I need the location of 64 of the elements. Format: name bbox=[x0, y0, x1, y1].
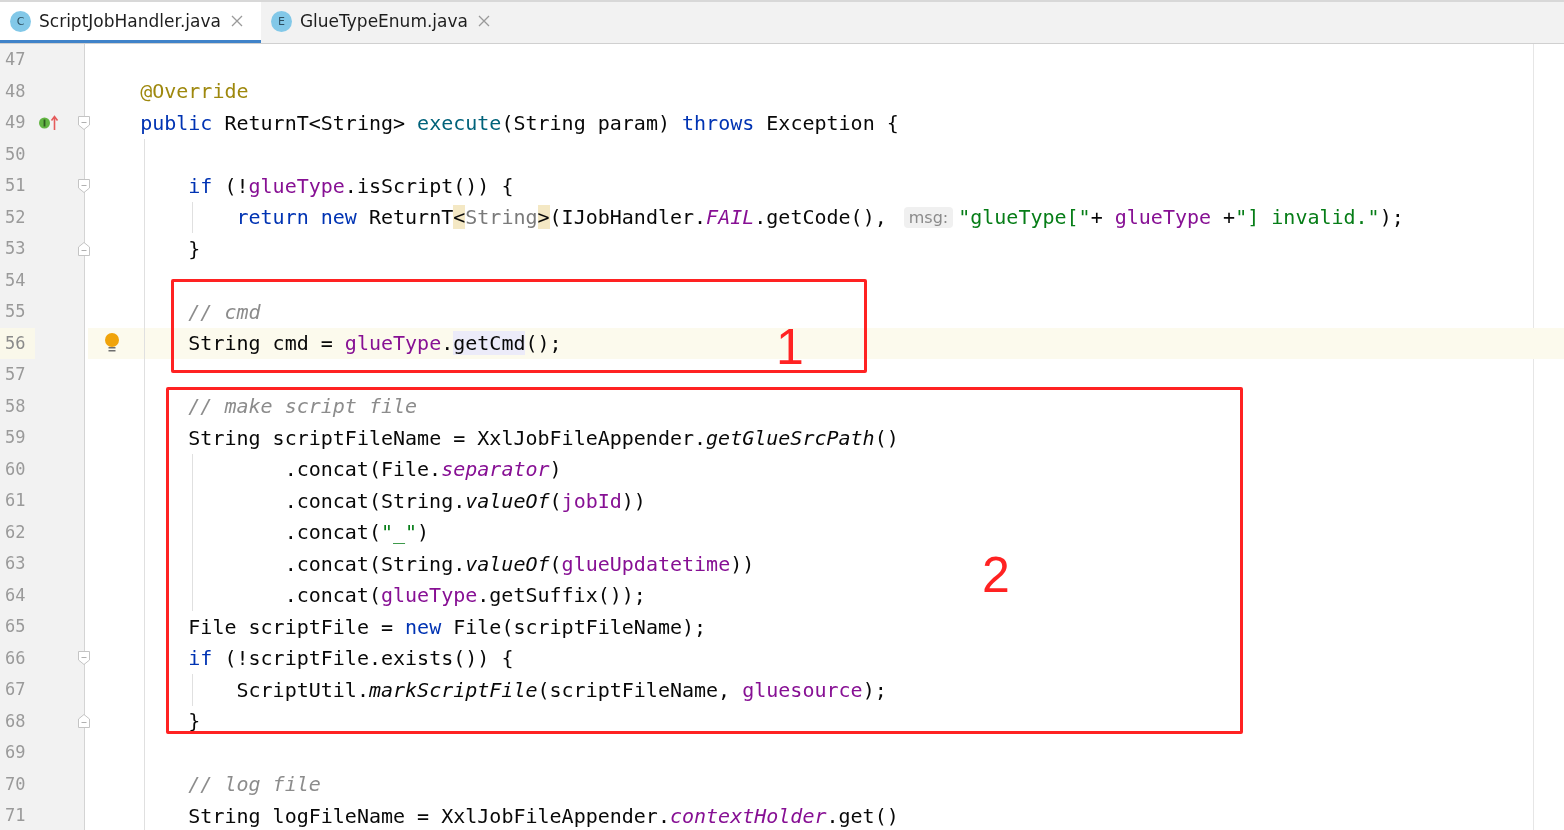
line-number: 48 bbox=[4, 79, 27, 103]
line-number: 51 bbox=[4, 174, 27, 197]
code-text: return new ReturnT<String>(IJobHandler.FAIL.getCode(), bbox=[236, 205, 887, 230]
line-number: 60 bbox=[4, 457, 27, 481]
code-text: } bbox=[188, 709, 201, 734]
close-icon[interactable] bbox=[478, 15, 490, 27]
tab-label: ScriptJobHandler.java bbox=[39, 11, 221, 31]
line-number: 50 bbox=[4, 142, 27, 166]
code-text: "glueType["+ glueType +"] invalid."); bbox=[958, 205, 1404, 230]
file-tab[interactable]: E GlueTypeEnum.java bbox=[260, 2, 508, 43]
tab-label: GlueTypeEnum.java bbox=[299, 11, 468, 31]
line-number: 56 bbox=[0, 327, 35, 359]
line-number: 59 bbox=[4, 426, 27, 449]
line-number: 68 bbox=[4, 709, 27, 733]
line-number: 53 bbox=[4, 237, 27, 260]
line-number: 70 bbox=[4, 772, 27, 796]
code-text: ScriptUtil.markScriptFile(scriptFileName, gluesource); bbox=[236, 677, 887, 702]
line-number: 47 bbox=[4, 48, 27, 71]
line-number: 69 bbox=[4, 741, 27, 764]
lightbulb-icon[interactable] bbox=[104, 332, 120, 355]
file-type-icon: C bbox=[10, 10, 31, 32]
code-text: // log file bbox=[188, 772, 321, 797]
line-number: 63 bbox=[4, 552, 27, 575]
file-type-icon: E bbox=[270, 10, 292, 32]
line-number: 67 bbox=[4, 678, 27, 701]
close-icon[interactable] bbox=[230, 15, 243, 27]
code-text: public ReturnT<String> execute(String param) throws Exception { bbox=[140, 110, 899, 135]
line-number: 61 bbox=[4, 489, 27, 512]
line-number: 49 bbox=[4, 111, 27, 134]
code-text: .concat("_") bbox=[284, 520, 430, 545]
line-number: 52 bbox=[4, 205, 27, 229]
fold-icon[interactable] bbox=[77, 650, 91, 667]
line-number: 62 bbox=[4, 520, 27, 544]
line-number: 55 bbox=[4, 300, 27, 323]
code-text: .concat(String.valueOf(glueUpdatetime)) bbox=[284, 551, 755, 576]
line-number: 66 bbox=[4, 646, 27, 670]
code-text: } bbox=[188, 236, 201, 261]
line-number: 71 bbox=[4, 804, 27, 827]
code-text: String logFileName = XxlJobFileAppender.contextHolder.get() bbox=[188, 803, 899, 828]
code-text: .concat(String.valueOf(jobId)) bbox=[284, 488, 646, 513]
annotation-number: 1 bbox=[776, 322, 804, 372]
line-number: 64 bbox=[4, 583, 27, 607]
code-text: String scriptFileName = XxlJobFileAppender.getGlueSrcPath() bbox=[188, 425, 899, 450]
implements-arrow-icon[interactable] bbox=[38, 112, 60, 133]
fold-icon[interactable] bbox=[77, 240, 91, 257]
code-text: @Override bbox=[140, 79, 249, 104]
file-tab[interactable]: C ScriptJobHandler.java bbox=[0, 2, 261, 43]
code-text: if (!glueType.isScript()) { bbox=[188, 173, 514, 198]
code-text: String cmd = glueType.getCmd(); bbox=[188, 331, 562, 356]
code-text: .concat(File.separator) bbox=[284, 457, 562, 482]
fold-icon[interactable] bbox=[77, 713, 91, 730]
code-text: if (!scriptFile.exists()) { bbox=[188, 646, 514, 671]
inlay-hint: msg: bbox=[903, 206, 954, 228]
code-text: // cmd bbox=[188, 299, 261, 324]
fold-icon[interactable] bbox=[77, 177, 91, 194]
fold-icon[interactable] bbox=[77, 114, 91, 131]
code-text: // make script file bbox=[188, 394, 418, 419]
code-text: .concat(glueType.getSuffix()); bbox=[284, 583, 646, 608]
code-text: File scriptFile = new File(scriptFileName); bbox=[188, 614, 707, 639]
line-number: 58 bbox=[4, 394, 27, 418]
line-number: 54 bbox=[4, 268, 27, 292]
annotation-number: 2 bbox=[982, 550, 1010, 600]
line-number: 65 bbox=[4, 615, 27, 638]
line-number: 57 bbox=[4, 363, 27, 386]
